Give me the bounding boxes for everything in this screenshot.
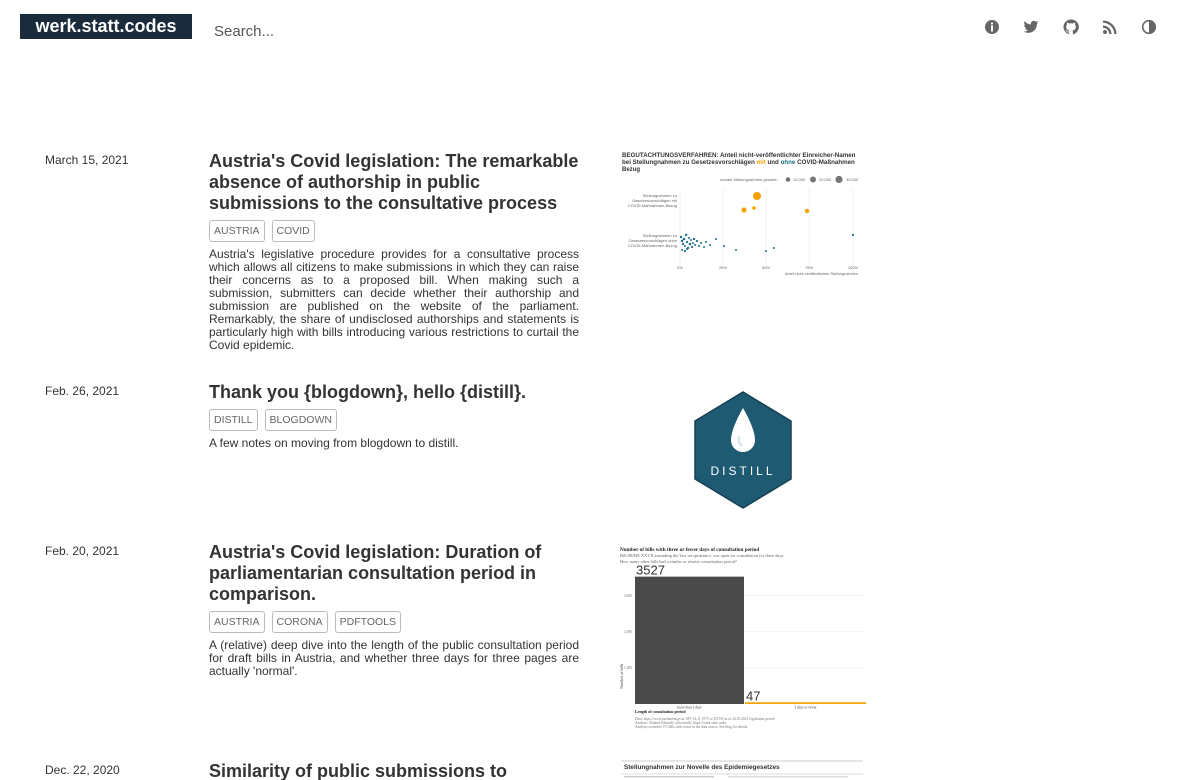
- post-description: A few notes on moving from blogdown to d…: [209, 436, 459, 450]
- info-icon[interactable]: [982, 17, 1002, 37]
- distill-logo-text: DISTILL: [710, 464, 775, 478]
- post-title[interactable]: Thank you {blogdown}, hello {distill}.: [209, 382, 584, 403]
- x-tick-label: 100%: [848, 265, 859, 270]
- bar-1: [745, 702, 866, 704]
- tag-blogdown[interactable]: BLOGDOWN: [264, 409, 337, 431]
- chart-subtitle: Bill 88/ME XXVII amending the 'law on ep…: [620, 553, 784, 558]
- post-tags: AUSTRIA COVID: [209, 220, 322, 242]
- header-icons: [982, 17, 1178, 37]
- post-title[interactable]: Austria's Covid legislation: The remarka…: [209, 151, 584, 214]
- post-date: Feb. 20, 2021: [45, 544, 120, 558]
- post-date: Dec. 22, 2020: [45, 763, 120, 777]
- twitter-icon[interactable]: [1021, 17, 1041, 37]
- post-tags: AUSTRIA CORONA PDFTOOLS: [209, 611, 408, 633]
- size-legend-label: Anzahl Stellungnahmen gesamt:: [720, 177, 778, 182]
- x-axis-label: Anteil nicht-veröffentlichter Stellungna…: [785, 272, 858, 276]
- tag-austria[interactable]: AUSTRIA: [209, 611, 265, 633]
- bar-0: [635, 576, 744, 704]
- thumb-title: Stellungnahmen zur Novelle des Epidemieg…: [624, 764, 780, 771]
- tag-distill[interactable]: DISTILL: [209, 409, 258, 431]
- post-description: A (relative) deep dive into the length o…: [209, 638, 579, 678]
- thumb-title: BEGUTACHTUNGSVERFAHREN: Anteil nicht-ver…: [622, 152, 856, 159]
- bar-value-label: 3527: [636, 563, 665, 578]
- y-tick-label: 3,000: [624, 594, 632, 599]
- tag-corona[interactable]: CORONA: [271, 611, 328, 633]
- post-thumbnail-submissions-chart[interactable]: BEGUTACHTUNGSVERFAHREN: Anteil nicht-ver…: [618, 151, 868, 281]
- size-legend-value: 30,000: [846, 177, 859, 182]
- x-tick-label: 50%: [762, 265, 770, 270]
- x-tick-label: 0%: [677, 265, 683, 270]
- post-title[interactable]: Similarity of public submissions to: [209, 761, 584, 780]
- chart-footer: Analysis excluded 171 bills with errors …: [635, 725, 748, 729]
- post-tags: DISTILL BLOGDOWN: [209, 409, 344, 431]
- github-icon[interactable]: [1061, 17, 1081, 37]
- size-legend-value: 20,000: [819, 177, 832, 182]
- svg-text:COVID-Maßnahmen-Bezug: COVID-Maßnahmen-Bezug: [628, 243, 677, 248]
- y-axis-label: Number of bills: [619, 663, 624, 689]
- search-input[interactable]: [206, 16, 506, 46]
- post-thumbnail-submissions-table[interactable]: Stellungnahmen zur Novelle des Epidemieg…: [618, 760, 868, 780]
- post-thumbnail-consultation-chart[interactable]: Number of bills with three or fewer days…: [618, 544, 868, 734]
- tag-pdftools[interactable]: PDFTOOLS: [334, 611, 402, 633]
- tag-austria[interactable]: AUSTRIA: [209, 220, 265, 242]
- x-tick-label: 3 days or fewer: [794, 706, 817, 710]
- y-tick-label: 1,000: [624, 666, 632, 671]
- thumb-subtitle: bei Stellungnahmen zu Gesetzesvorschläge…: [622, 159, 855, 166]
- post-description: Austria's legislative procedure provides…: [209, 247, 579, 352]
- post-title[interactable]: Austria's Covid legislation: Duration of…: [209, 542, 584, 605]
- post-date: March 15, 2021: [45, 153, 129, 167]
- y-tick-label: 2,000: [624, 630, 632, 635]
- bar-value-label: 47: [746, 688, 760, 703]
- site-logo[interactable]: werk.statt.codes: [20, 14, 192, 39]
- x-axis-label: Length of consultation period: [635, 709, 686, 714]
- rss-icon[interactable]: [1100, 17, 1120, 37]
- post-thumbnail-distill-logo[interactable]: DISTILL: [618, 390, 868, 512]
- svg-text:COVID-Maßnahmen-Bezug: COVID-Maßnahmen-Bezug: [628, 203, 677, 208]
- size-legend-value: 10,000: [793, 177, 806, 182]
- theme-toggle-icon[interactable]: [1139, 17, 1159, 37]
- tag-covid[interactable]: COVID: [271, 220, 315, 242]
- x-tick-label: 25%: [719, 265, 727, 270]
- x-tick-label: 75%: [805, 265, 813, 270]
- post-date: Feb. 26, 2021: [45, 384, 120, 398]
- thumb-subtitle-end: Bezug: [622, 167, 640, 173]
